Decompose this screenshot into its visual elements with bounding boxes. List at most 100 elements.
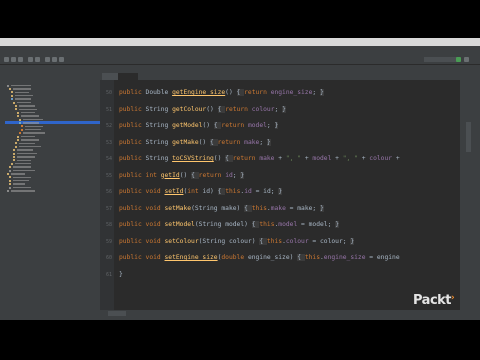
code-text[interactable]: public String toCSVString() { return mak…	[119, 151, 400, 168]
project-tree-label	[13, 186, 31, 189]
code-token: = engine	[365, 254, 400, 261]
code-token: int	[145, 171, 161, 179]
code-token: setColour	[164, 237, 199, 245]
folder-icon	[19, 132, 21, 135]
project-tree-item[interactable]	[5, 189, 100, 192]
code-token: return	[217, 138, 245, 146]
code-token: model	[278, 221, 298, 228]
right-panel-tab[interactable]	[442, 72, 460, 80]
code-text[interactable]: public void setId(int id) { this.id = id…	[119, 184, 283, 201]
code-line[interactable]: 61}	[100, 267, 460, 284]
project-tree-label	[21, 135, 35, 138]
folder-icon	[17, 111, 19, 114]
project-tree-label	[15, 94, 33, 97]
folder-icon	[11, 91, 13, 94]
code-token: (String colour)	[198, 237, 260, 245]
code-line[interactable]: 54 public String toCSVString() { return m…	[100, 151, 460, 168]
code-line[interactable]: 58 public void setModel(String model) { t…	[100, 217, 460, 234]
folder-icon	[7, 84, 9, 87]
code-token: getId	[160, 171, 180, 179]
code-line[interactable]: 50 public Double getEngine_size() { retur…	[100, 85, 460, 102]
project-tree-label	[15, 162, 31, 165]
code-token: void	[145, 188, 165, 195]
code-token: ;	[266, 122, 275, 129]
code-token: model	[247, 122, 267, 129]
code-token: return	[232, 155, 260, 162]
editor-tab-active[interactable]	[118, 73, 138, 80]
code-text[interactable]: public void setModel(String model) { thi…	[119, 217, 339, 234]
project-tree-label	[17, 156, 35, 158]
folder-icon	[9, 186, 11, 189]
sync-icon[interactable]	[18, 57, 23, 62]
code-line[interactable]: 59 public void setColour(String colour) {…	[100, 234, 460, 251]
code-token: setEngine_size	[164, 254, 218, 261]
code-editor[interactable]: 50 public Double getEngine_size() { retur…	[100, 80, 460, 310]
folder-icon	[13, 159, 15, 162]
bottom-bar	[0, 310, 480, 320]
code-token: }	[266, 138, 271, 146]
code-token: this	[251, 204, 267, 212]
search-icon[interactable]	[464, 57, 469, 62]
undo-icon[interactable]	[28, 57, 33, 62]
code-line[interactable]: 51 public String getColour() { return col…	[100, 102, 460, 119]
code-line[interactable]: 53 public String getMake() { return make;…	[100, 135, 460, 152]
code-line[interactable]: 52 public String getModel() { return mode…	[100, 118, 460, 135]
folder-icon	[11, 94, 13, 97]
project-tree-label	[15, 91, 29, 93]
code-line[interactable]: 57 public void setMake(String make) { thi…	[100, 201, 460, 218]
code-token: this	[266, 237, 283, 245]
code-text[interactable]: }	[119, 267, 123, 284]
project-tree-label	[13, 169, 35, 172]
project-tree-label	[25, 128, 41, 131]
code-token: getModel	[172, 122, 203, 129]
line-number: 58	[105, 222, 112, 228]
right-tool-window-button[interactable]	[466, 122, 471, 152]
copy-icon[interactable]	[52, 57, 57, 62]
code-token: public	[119, 171, 146, 179]
code-text[interactable]: public String getColour() { return colou…	[119, 102, 286, 119]
folder-icon	[17, 135, 19, 138]
code-line[interactable]: 60 public void setEngine_size(double engi…	[100, 250, 460, 267]
project-tree-label	[11, 190, 35, 192]
code-text[interactable]: public void setColour(String colour) { t…	[119, 234, 355, 251]
cut-icon[interactable]	[45, 57, 50, 62]
folder-icon	[9, 179, 11, 182]
code-token: id	[225, 171, 233, 179]
open-folder-icon[interactable]	[4, 57, 9, 62]
folder-icon	[9, 169, 11, 172]
code-text[interactable]: public Double getEngine_size() { return …	[119, 85, 324, 102]
project-tree-label	[17, 101, 31, 104]
code-line[interactable]: 55 public int getId() { return id; }	[100, 168, 460, 185]
project-tool-header[interactable]	[0, 72, 100, 80]
code-token: +	[331, 155, 343, 162]
paste-icon[interactable]	[59, 57, 64, 62]
right-tool-stripe	[460, 72, 480, 310]
code-line[interactable]: 56 public void setId(int id) { this.id = …	[100, 184, 460, 201]
project-tree-label	[13, 183, 25, 185]
code-text[interactable]: public void setMake(String make) { this.…	[119, 201, 324, 218]
code-token: public	[119, 188, 146, 195]
navigation-breadcrumb[interactable]	[0, 65, 480, 72]
folder-icon	[13, 155, 15, 158]
ide-window: 50 public Double getEngine_size() { retur…	[0, 38, 480, 320]
code-token: getColour	[172, 105, 207, 113]
code-token: setModel	[164, 221, 195, 228]
code-token: +	[357, 155, 370, 162]
code-token: ", "	[342, 155, 358, 162]
run-configuration-dropdown[interactable]	[424, 57, 460, 62]
code-text[interactable]: public void setEngine_size(double engine…	[119, 250, 400, 267]
code-token: colour	[251, 105, 275, 113]
run-icon[interactable]	[456, 57, 461, 62]
redo-icon[interactable]	[35, 57, 40, 62]
code-text[interactable]: public int getId() { return id; }	[119, 168, 245, 185]
save-icon[interactable]	[11, 57, 16, 62]
folder-icon	[11, 98, 13, 101]
project-tree-label	[21, 139, 39, 141]
project-tree[interactable]	[5, 80, 100, 310]
status-bar	[0, 315, 480, 320]
code-text[interactable]: public String getMake() { return make; }	[119, 135, 271, 152]
code-text[interactable]: public String getModel() { return model;…	[119, 118, 279, 135]
line-number: 50	[105, 90, 112, 96]
code-token: +	[274, 155, 286, 162]
code-token: toCSVString	[172, 155, 214, 162]
